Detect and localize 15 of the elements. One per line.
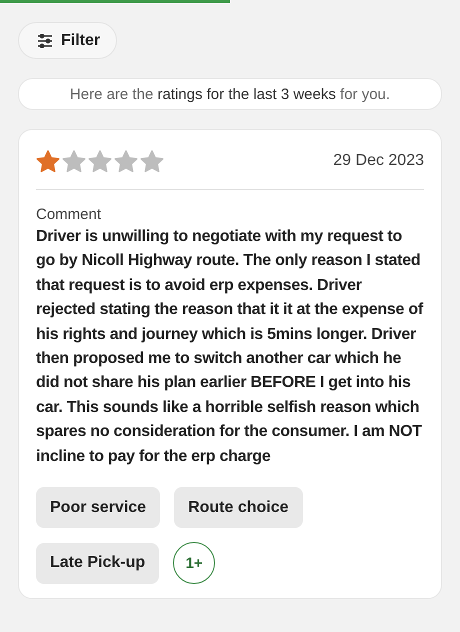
info-message: Here are the ratings for the last 3 weeks for you. (70, 86, 390, 102)
comment-text: Driver is unwilling to negotiate with my request to go by Nicoll Highway route. The only reason I stated that request is to avoid erp expenses. Driver rejected stating the reason that it it at the expense of his rights and journey which is 5mins longer. Driver then proposed me to switch another car which he did not share his plan earlier BEFORE I get into his car. This sounds like a horrible selfish reason which spares no consideration for the consumer. I am NOT incline to pay for the erp charge (36, 227, 424, 467)
star-icon (140, 150, 164, 172)
tag-chip[interactable]: Poor service (36, 487, 160, 528)
sliders-icon (37, 34, 53, 48)
star-icon (36, 150, 60, 172)
more-tags-button[interactable]: 1+ (173, 542, 216, 584)
star-icon (114, 150, 138, 172)
filter-button[interactable]: Filter (18, 22, 118, 59)
star-icon (88, 150, 112, 172)
tag-chip[interactable]: Late Pick-up (36, 542, 160, 584)
comment-label: Comment (36, 206, 102, 223)
star-icon (62, 150, 86, 172)
review-date: 29 Dec 2023 (333, 152, 424, 170)
tag-chip[interactable]: Route choice (174, 487, 303, 528)
